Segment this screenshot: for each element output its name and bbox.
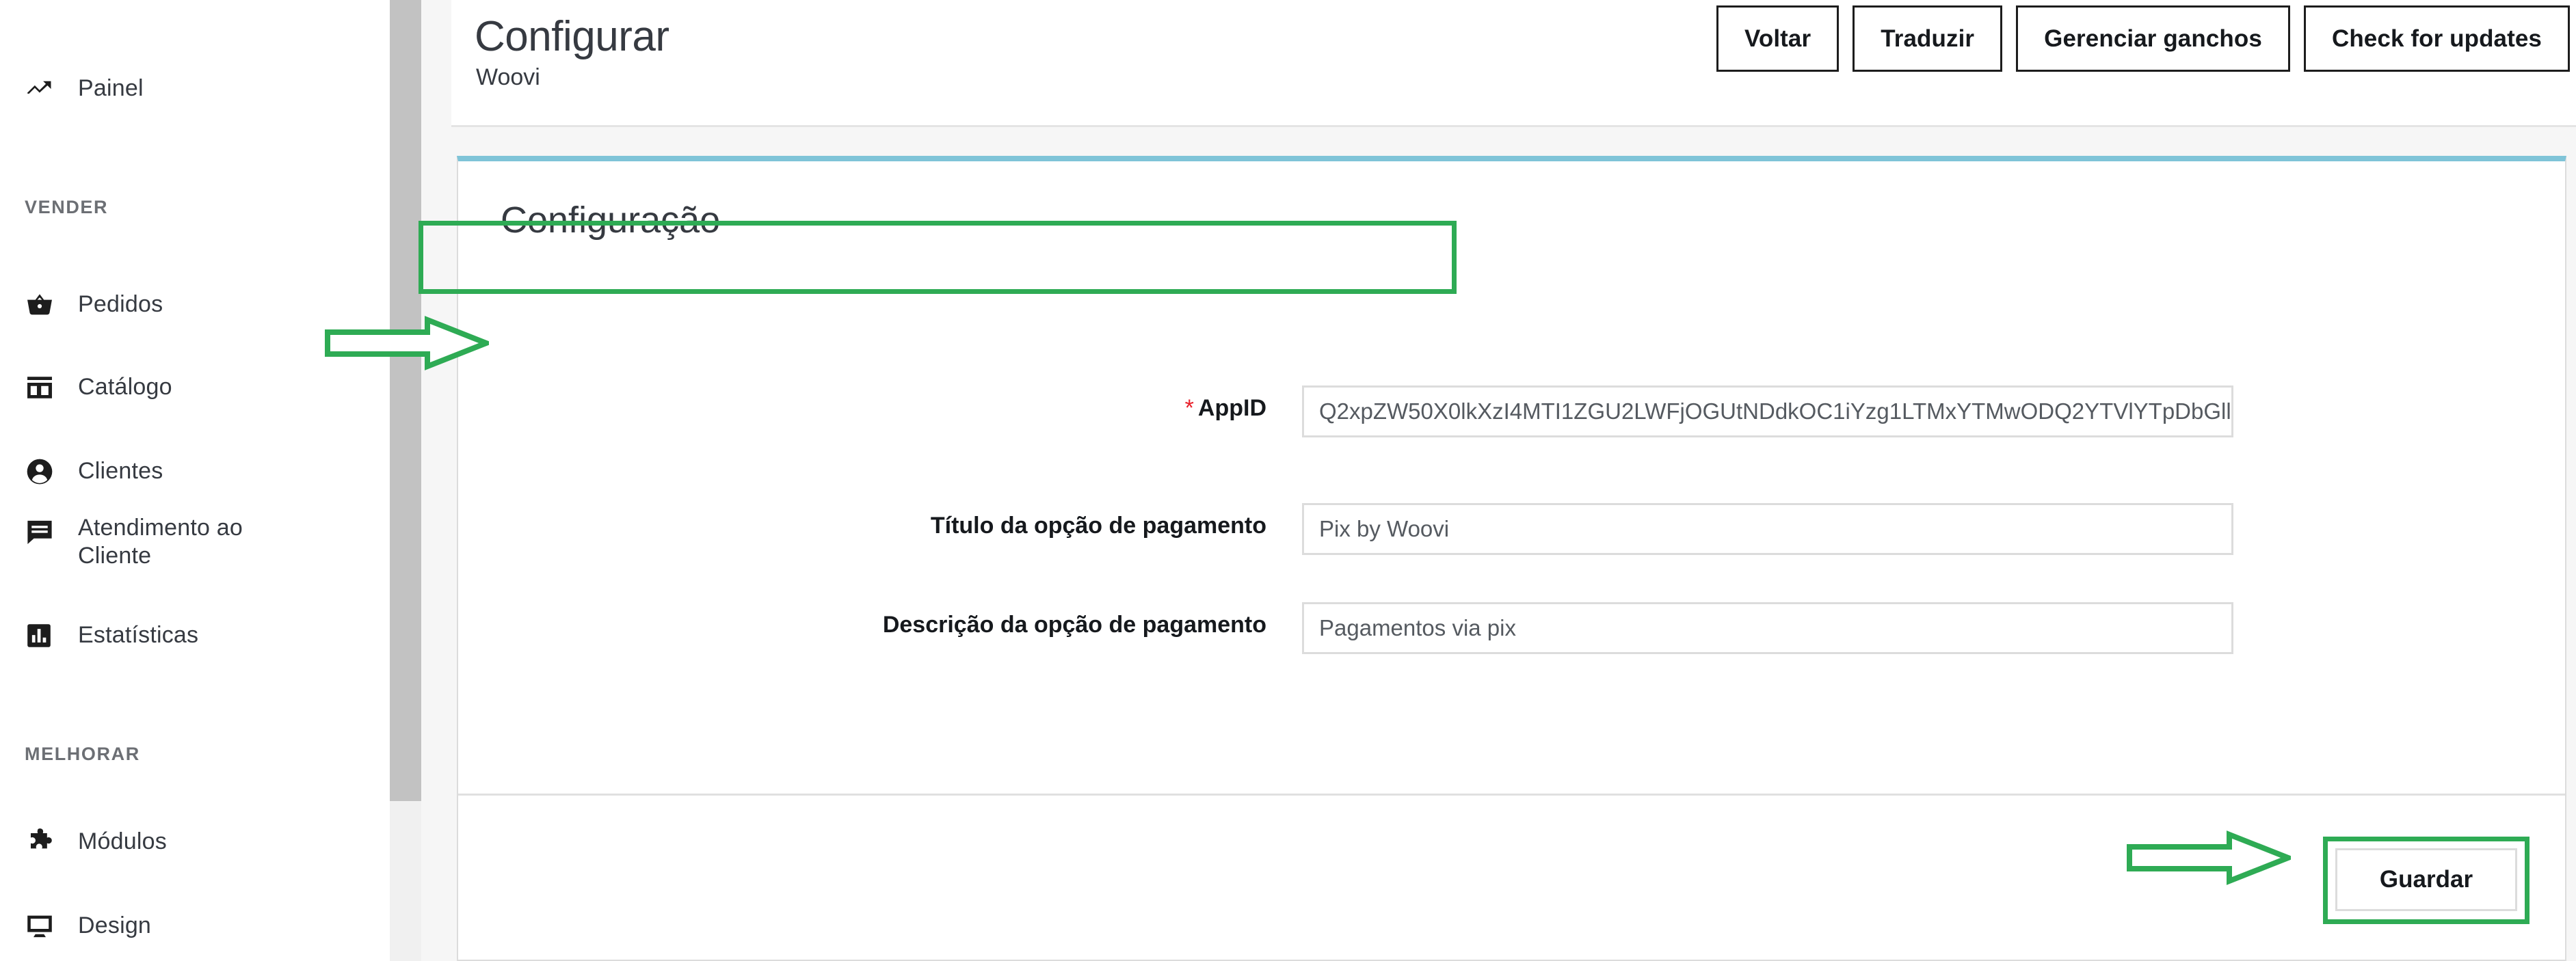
payment-description-input[interactable]: Pagamentos via pix xyxy=(1302,602,2233,654)
appid-input[interactable]: Q2xpZW50X0lkXzI4MTI1ZGU2LWFjOGUtNDdkOC1i… xyxy=(1302,385,2233,437)
appid-label: *AppID xyxy=(458,385,1266,420)
form-row-payment-title: Título da opção de pagamento Pix by Woov… xyxy=(458,503,2441,555)
sidebar-item-clientes[interactable]: Clientes xyxy=(0,447,390,496)
chat-icon xyxy=(25,514,78,547)
sidebar: Painel VENDER Pedidos Catálogo xyxy=(0,0,390,961)
form-row-payment-description: Descrição da opção de pagamento Pagament… xyxy=(458,602,2441,654)
header-actions: Voltar Traduzir Gerenciar ganchos Check … xyxy=(1716,5,2570,72)
app-root: Painel VENDER Pedidos Catálogo xyxy=(0,0,2576,961)
puzzle-icon xyxy=(25,827,78,857)
payment-title-input[interactable]: Pix by Woovi xyxy=(1302,503,2233,555)
sidebar-item-label: Painel xyxy=(78,75,144,103)
page-title: Configurar xyxy=(475,12,669,61)
sidebar-item-atendimento-ao-cliente[interactable]: Atendimento ao Cliente xyxy=(0,514,390,580)
configuration-panel: Configuração *AppID Q2xpZW50X0lkXzI4MTI1… xyxy=(457,156,2566,961)
store-icon xyxy=(25,373,78,403)
panel-footer-divider xyxy=(458,794,2565,796)
back-button[interactable]: Voltar xyxy=(1716,5,1839,72)
page-subtitle: Woovi xyxy=(476,64,540,91)
sidebar-section-vender: VENDER xyxy=(25,197,108,218)
trending-up-icon xyxy=(25,75,78,103)
sidebar-item-painel[interactable]: Painel xyxy=(0,64,390,113)
bar-chart-icon xyxy=(25,621,78,650)
panel-heading: Configuração xyxy=(501,199,720,241)
sidebar-item-label: Estatísticas xyxy=(78,621,198,649)
main-content: Configurar Woovi Voltar Traduzir Gerenci… xyxy=(451,0,2576,961)
sidebar-item-design[interactable]: Design xyxy=(0,902,390,951)
sidebar-section-melhorar: MELHORAR xyxy=(25,744,140,765)
sidebar-item-label: Catálogo xyxy=(78,373,172,401)
monitor-icon xyxy=(25,911,78,941)
content-gutter xyxy=(421,0,451,961)
sidebar-item-label: Pedidos xyxy=(78,290,163,319)
check-for-updates-button[interactable]: Check for updates xyxy=(2304,5,2570,72)
translate-button[interactable]: Traduzir xyxy=(1853,5,2002,72)
sidebar-item-catalogo[interactable]: Catálogo xyxy=(0,363,390,412)
page-header: Configurar Woovi Voltar Traduzir Gerenci… xyxy=(451,0,2576,127)
required-asterisk: * xyxy=(1185,395,1194,421)
sidebar-scrollbar-thumb[interactable] xyxy=(390,0,421,801)
sidebar-item-label: Clientes xyxy=(78,457,163,485)
sidebar-item-pedidos[interactable]: Pedidos xyxy=(0,280,390,329)
form-row-appid: *AppID Q2xpZW50X0lkXzI4MTI1ZGU2LWFjOGUtN… xyxy=(458,385,2441,437)
payment-title-label: Título da opção de pagamento xyxy=(458,503,1266,537)
sidebar-item-estatisticas[interactable]: Estatísticas xyxy=(0,611,390,660)
save-button[interactable]: Guardar xyxy=(2335,848,2517,911)
sidebar-item-label: Design xyxy=(78,912,151,940)
sidebar-item-label: Atendimento ao Cliente xyxy=(78,514,243,571)
payment-description-label: Descrição da opção de pagamento xyxy=(458,602,1266,636)
basket-icon xyxy=(25,290,78,320)
person-icon xyxy=(25,457,78,487)
sidebar-item-modulos[interactable]: Módulos xyxy=(0,817,390,867)
manage-hooks-button[interactable]: Gerenciar ganchos xyxy=(2016,5,2290,72)
sidebar-item-label: Módulos xyxy=(78,828,167,856)
